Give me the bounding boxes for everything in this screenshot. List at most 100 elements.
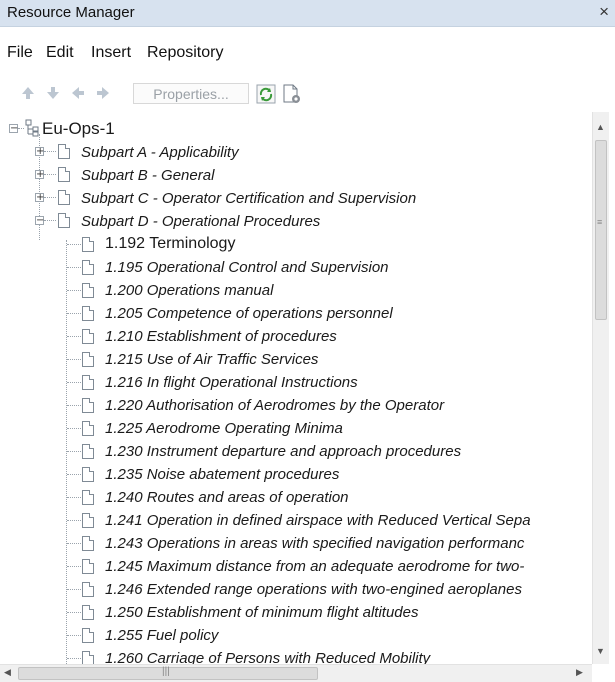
- tree-leaf-item[interactable]: 1.192 Terminology: [0, 233, 590, 255]
- tree-connector: [44, 174, 56, 176]
- tree-connector: [67, 359, 81, 361]
- scroll-grip-icon: ≡: [597, 217, 603, 227]
- tree-leaf-item[interactable]: 1.250 Establishment of minimum flight al…: [0, 601, 590, 623]
- document-icon: [82, 651, 94, 664]
- tree-leaf-label: 1.241 Operation in defined airspace with…: [105, 512, 531, 529]
- tree-node-subpart[interactable]: − Subpart D - Operational Procedures: [0, 210, 590, 232]
- refresh-icon[interactable]: [255, 83, 277, 105]
- close-icon[interactable]: ×: [599, 2, 609, 22]
- expand-icon[interactable]: +: [35, 193, 44, 203]
- tree-leaf-item[interactable]: 1.220 Authorisation of Aerodromes by the…: [0, 394, 590, 416]
- hierarchy-icon: [24, 119, 40, 142]
- tree-connector: [67, 612, 81, 614]
- menu-bar: File Edit Insert Repository: [0, 44, 615, 68]
- document-icon: [82, 237, 94, 252]
- document-icon: [82, 490, 94, 505]
- document-icon: [82, 260, 94, 275]
- tree-leaf-label: 1.235 Noise abatement procedures: [105, 466, 340, 483]
- menu-file[interactable]: File: [7, 44, 33, 62]
- tree-leaf-label: 1.243 Operations in areas with specified…: [105, 535, 525, 552]
- document-icon: [82, 352, 94, 367]
- tree-leaf-label: 1.192 Terminology: [105, 235, 236, 252]
- tree-leaf-label: 1.225 Aerodrome Operating Minima: [105, 420, 343, 437]
- tree-node-label: Subpart B - General: [81, 167, 215, 184]
- expand-icon[interactable]: +: [35, 170, 44, 180]
- document-icon: [82, 421, 94, 436]
- scroll-up-icon[interactable]: ▲: [596, 122, 605, 132]
- horizontal-scroll-thumb[interactable]: |||: [18, 666, 318, 680]
- tree-connector: [67, 382, 81, 384]
- arrow-down-icon[interactable]: [43, 83, 63, 103]
- scroll-down-icon[interactable]: ▼: [596, 646, 605, 656]
- tree-connector: [67, 497, 81, 499]
- scroll-grip-icon: |||: [162, 666, 170, 677]
- tree-leaf-item[interactable]: 1.195 Operational Control and Supervisio…: [0, 256, 590, 278]
- tree-connector: [44, 151, 56, 153]
- tree-leaf-item[interactable]: 1.216 In flight Operational Instructions: [0, 371, 590, 393]
- tree-leaf-item[interactable]: 1.243 Operations in areas with specified…: [0, 532, 590, 554]
- expand-icon[interactable]: +: [35, 147, 44, 157]
- menu-insert[interactable]: Insert: [91, 44, 131, 62]
- document-icon: [58, 144, 70, 159]
- horizontal-scrollbar[interactable]: ◀ ||| ▶: [0, 664, 592, 682]
- scroll-left-icon[interactable]: ◀: [4, 667, 11, 678]
- tree-leaf-label: 1.195 Operational Control and Supervisio…: [105, 259, 389, 276]
- tree-leaf-item[interactable]: 1.225 Aerodrome Operating Minima: [0, 417, 590, 439]
- collapse-icon[interactable]: −: [35, 216, 44, 226]
- tree-leaf-label: 1.255 Fuel policy: [105, 627, 219, 644]
- tree-leaf-label: 1.245 Maximum distance from an adequate …: [105, 558, 525, 575]
- tree-leaf-item[interactable]: 1.241 Operation in defined airspace with…: [0, 509, 590, 531]
- title-bar: Resource Manager ×: [0, 0, 615, 27]
- tree-connector: [67, 520, 81, 522]
- document-icon: [82, 375, 94, 390]
- tree-leaf-label: 1.205 Competence of operations personnel: [105, 305, 393, 322]
- document-icon: [82, 605, 94, 620]
- scroll-right-icon[interactable]: ▶: [576, 667, 583, 678]
- arrow-up-icon[interactable]: [18, 83, 38, 103]
- tree-connector: [67, 244, 81, 246]
- tree-leaf-item[interactable]: 1.235 Noise abatement procedures: [0, 463, 590, 485]
- properties-button[interactable]: Properties...: [133, 83, 249, 104]
- tree-connector: [67, 290, 81, 292]
- tree-root[interactable]: − Eu-Ops-1: [0, 118, 590, 140]
- tree-leaf-label: 1.230 Instrument departure and approach …: [105, 443, 462, 460]
- tree-node-subpart[interactable]: + Subpart A - Applicability: [0, 141, 590, 163]
- tree-leaf-item[interactable]: 1.210 Establishment of procedures: [0, 325, 590, 347]
- vertical-scroll-thumb[interactable]: [595, 140, 607, 320]
- window-title: Resource Manager: [7, 4, 135, 21]
- menu-edit[interactable]: Edit: [46, 44, 74, 62]
- tree-leaf-item[interactable]: 1.205 Competence of operations personnel: [0, 302, 590, 324]
- tree-leaf-item[interactable]: 1.260 Carriage of Persons with Reduced M…: [0, 647, 590, 664]
- document-icon: [82, 329, 94, 344]
- menu-repository[interactable]: Repository: [147, 44, 223, 62]
- tree-node-subpart[interactable]: + Subpart C - Operator Certification and…: [0, 187, 590, 209]
- tree-leaf-item[interactable]: 1.246 Extended range operations with two…: [0, 578, 590, 600]
- arrow-right-icon[interactable]: [93, 83, 113, 103]
- tree-leaf-item[interactable]: 1.240 Routes and areas of operation: [0, 486, 590, 508]
- tree-node-label: Subpart D - Operational Procedures: [81, 213, 321, 230]
- tree-leaf-item[interactable]: 1.230 Instrument departure and approach …: [0, 440, 590, 462]
- tree-leaf-item[interactable]: 1.255 Fuel policy: [0, 624, 590, 646]
- tree-connector: [67, 336, 81, 338]
- document-icon: [82, 467, 94, 482]
- arrow-left-icon[interactable]: [68, 83, 88, 103]
- tree-root-label: Eu-Ops-1: [42, 119, 115, 138]
- document-icon: [82, 283, 94, 298]
- document-icon: [82, 628, 94, 643]
- tree-node-subpart[interactable]: + Subpart B - General: [0, 164, 590, 186]
- document-icon: [82, 398, 94, 413]
- tree-connector: [67, 451, 81, 453]
- document-icon: [58, 213, 70, 228]
- collapse-icon[interactable]: −: [9, 124, 18, 134]
- vertical-scrollbar[interactable]: ▲ ≡ ▼: [592, 112, 609, 664]
- tree-leaf-label: 1.200 Operations manual: [105, 282, 274, 299]
- tree-leaf-item[interactable]: 1.200 Operations manual: [0, 279, 590, 301]
- document-icon: [82, 536, 94, 551]
- tree-connector: [44, 197, 56, 199]
- tree-leaf-item[interactable]: 1.215 Use of Air Traffic Services: [0, 348, 590, 370]
- tree-node-label: Subpart C - Operator Certification and S…: [81, 190, 417, 207]
- tree-connector: [67, 267, 81, 269]
- tree-leaf-label: 1.210 Establishment of procedures: [105, 328, 337, 345]
- document-settings-icon[interactable]: [281, 83, 303, 105]
- tree-leaf-item[interactable]: 1.245 Maximum distance from an adequate …: [0, 555, 590, 577]
